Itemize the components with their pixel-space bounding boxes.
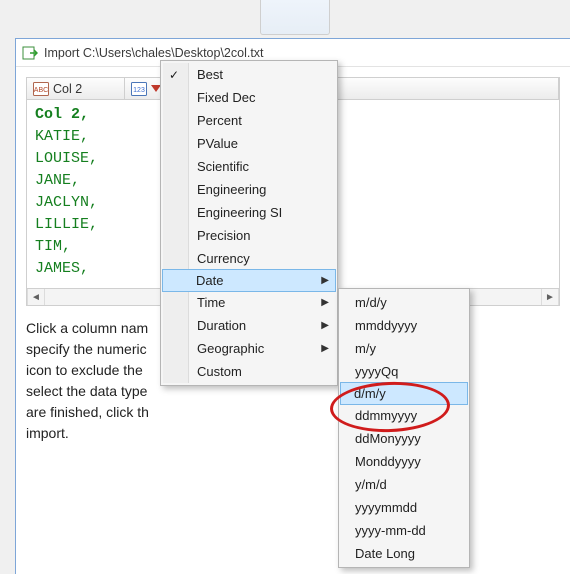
menu-item-label: Engineering SI (197, 205, 282, 220)
col-header-2-label: Col 2 (53, 82, 82, 96)
numeric-type-icon: 123 (131, 82, 147, 96)
import-icon (22, 45, 38, 61)
menu-item-label: mmddyyyy (355, 318, 417, 333)
menu-item-label: Percent (197, 113, 242, 128)
menu-item-label: Fixed Dec (197, 90, 256, 105)
format-menu-item[interactable]: Precision (163, 224, 335, 247)
date-submenu-item[interactable]: yyyyQq (341, 360, 467, 383)
menu-item-label: Custom (197, 364, 242, 379)
date-submenu-item[interactable]: Date Long (341, 542, 467, 565)
date-submenu-item[interactable]: ddmmyyyy (341, 404, 467, 427)
menu-item-label: Date (196, 273, 223, 288)
menu-item-label: Currency (197, 251, 250, 266)
background-strip (0, 0, 570, 38)
date-submenu-item[interactable]: ddMonyyyy (341, 427, 467, 450)
menu-item-label: ddMonyyyy (355, 431, 421, 446)
menu-item-label: Time (197, 295, 225, 310)
format-menu-item[interactable]: Currency (163, 247, 335, 270)
date-submenu-item[interactable]: yyyy-mm-dd (341, 519, 467, 542)
submenu-arrow-icon: ▶ (321, 297, 329, 308)
date-submenu-item[interactable]: m/d/y (341, 291, 467, 314)
menu-item-label: m/y (355, 341, 376, 356)
format-menu-item[interactable]: Duration ▶ (163, 314, 335, 337)
menu-item-label: yyyymmdd (355, 500, 417, 515)
format-menu-item[interactable]: Engineering SI (163, 201, 335, 224)
menu-item-label: Best (197, 67, 223, 82)
date-submenu-item[interactable]: Monddyyyy (341, 450, 467, 473)
date-submenu-item[interactable]: d/m/y (340, 382, 468, 405)
window-title: Import C:\Users\chales\Desktop\2col.txt (44, 46, 264, 60)
menu-item-label: PValue (197, 136, 238, 151)
format-menu-item[interactable]: PValue (163, 132, 335, 155)
format-menu-item[interactable]: Percent (163, 109, 335, 132)
menu-item-label: Precision (197, 228, 250, 243)
format-menu-item[interactable]: Custom (163, 360, 335, 383)
format-menu-item[interactable]: Date ▶ (162, 269, 336, 292)
menu-item-label: yyyy-mm-dd (355, 523, 426, 538)
menu-item-label: y/m/d (355, 477, 387, 492)
date-submenu-item[interactable]: yyyymmdd (341, 496, 467, 519)
menu-item-label: d/m/y (354, 386, 386, 401)
submenu-arrow-icon: ▶ (321, 343, 329, 354)
date-submenu-item[interactable]: y/m/d (341, 473, 467, 496)
date-submenu: m/d/y mmddyyyy m/y yyyyQq d/m/y ddmmyyyy ddMon… (338, 288, 470, 568)
background-panel (260, 0, 330, 35)
format-menu-item[interactable]: Engineering (163, 178, 335, 201)
check-icon: ✓ (169, 68, 179, 82)
format-menu: ✓ Best Fixed Dec Percent PValue Scientific Eng… (160, 60, 338, 386)
menu-item-label: Geographic (197, 341, 264, 356)
submenu-arrow-icon: ▶ (321, 275, 329, 286)
format-menu-item[interactable]: ✓ Best (163, 63, 335, 86)
svg-text:ABC: ABC (34, 87, 48, 94)
format-menu-item[interactable]: Time ▶ (163, 291, 335, 314)
menu-item-label: m/d/y (355, 295, 387, 310)
menu-item-label: Monddyyyy (355, 454, 421, 469)
menu-item-label: ddmmyyyy (355, 408, 417, 423)
menu-item-label: Engineering (197, 182, 266, 197)
abc-type-icon: ABC (33, 82, 49, 96)
col-header-2[interactable]: ABC Col 2 (27, 78, 125, 99)
date-submenu-item[interactable]: m/y (341, 337, 467, 360)
format-menu-item[interactable]: Fixed Dec (163, 86, 335, 109)
submenu-arrow-icon: ▶ (321, 320, 329, 331)
scroll-right-icon[interactable]: ► (541, 289, 559, 305)
format-menu-item[interactable]: Scientific (163, 155, 335, 178)
menu-item-label: Scientific (197, 159, 249, 174)
svg-text:123: 123 (133, 87, 145, 94)
scroll-left-icon[interactable]: ◄ (27, 289, 45, 305)
format-menu-item[interactable]: Geographic ▶ (163, 337, 335, 360)
date-submenu-item[interactable]: mmddyyyy (341, 314, 467, 337)
menu-item-label: yyyyQq (355, 364, 398, 379)
menu-item-label: Duration (197, 318, 246, 333)
menu-item-label: Date Long (355, 546, 415, 561)
